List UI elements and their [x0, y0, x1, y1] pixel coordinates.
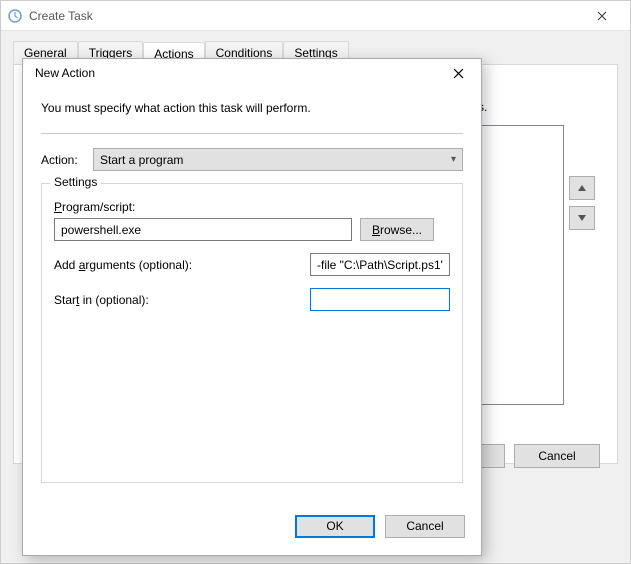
program-script-input[interactable]	[54, 218, 352, 241]
arguments-label: Add arguments (optional):	[54, 258, 192, 272]
close-icon	[597, 11, 607, 21]
new-action-dialog: New Action You must specify what action …	[22, 58, 482, 556]
modal-ok-button[interactable]: OK	[295, 515, 375, 538]
parent-close-button[interactable]	[579, 1, 624, 30]
modal-footer: OK Cancel	[23, 507, 481, 555]
modal-cancel-button[interactable]: Cancel	[385, 515, 465, 538]
startin-label: Start in (optional):	[54, 293, 149, 307]
move-down-button[interactable]	[569, 206, 595, 230]
action-dropdown-value: Start a program	[100, 153, 183, 167]
parent-title: Create Task	[29, 9, 579, 23]
startin-row: Start in (optional):	[54, 288, 450, 311]
action-row: Action: Start a program ▾	[41, 148, 463, 171]
chevron-down-icon: ▾	[451, 154, 456, 165]
arguments-row: Add arguments (optional):	[54, 253, 450, 276]
parent-cancel-label: Cancel	[538, 449, 575, 463]
modal-close-button[interactable]	[443, 60, 473, 86]
settings-legend: Settings	[50, 175, 101, 189]
triangle-down-icon	[578, 215, 586, 221]
triangle-up-icon	[578, 185, 586, 191]
startin-input[interactable]	[310, 288, 450, 311]
settings-groupbox: Settings Program/script: Browse... Add a…	[41, 183, 463, 483]
modal-titlebar: New Action	[23, 59, 481, 87]
program-label: Program/script:	[54, 200, 450, 214]
move-up-button[interactable]	[569, 176, 595, 200]
modal-ok-label: OK	[326, 519, 343, 533]
divider	[41, 133, 463, 134]
browse-label: Browse...	[372, 223, 422, 237]
modal-cancel-label: Cancel	[406, 519, 443, 533]
action-label: Action:	[41, 153, 93, 167]
modal-instruction: You must specify what action this task w…	[41, 101, 463, 115]
arguments-input[interactable]	[310, 253, 450, 276]
program-row: Program/script: Browse...	[54, 200, 450, 241]
action-dropdown[interactable]: Start a program ▾	[93, 148, 463, 171]
modal-title: New Action	[35, 66, 443, 80]
modal-body: You must specify what action this task w…	[23, 87, 481, 507]
browse-button[interactable]: Browse...	[360, 218, 434, 241]
parent-titlebar: Create Task	[1, 1, 630, 31]
close-icon	[453, 68, 464, 79]
scheduler-icon	[7, 8, 23, 24]
parent-cancel-button[interactable]: Cancel	[514, 444, 600, 468]
